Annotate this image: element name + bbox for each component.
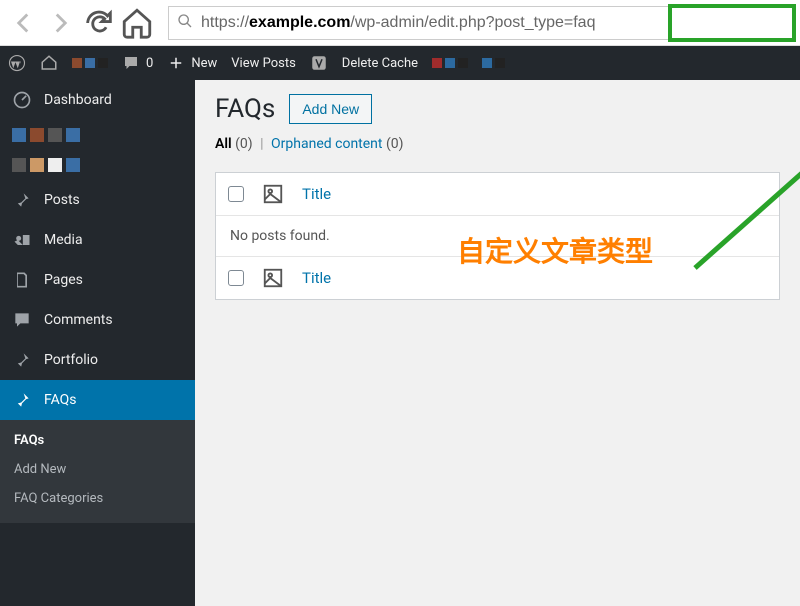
faqs-submenu: FAQs Add New FAQ Categories xyxy=(0,420,195,523)
pages-icon xyxy=(12,270,32,290)
yoast-icon[interactable] xyxy=(310,54,328,72)
submenu-faqs-categories[interactable]: FAQ Categories xyxy=(0,484,195,513)
sidebar-item-media[interactable]: Media xyxy=(0,220,195,260)
sidebar-item-label: Media xyxy=(44,232,83,248)
page-title: FAQs xyxy=(215,94,275,124)
wp-logo-icon[interactable] xyxy=(8,54,26,72)
new-content-button[interactable]: New xyxy=(167,54,217,72)
filter-all[interactable]: All xyxy=(215,136,232,152)
comments-count: 0 xyxy=(146,56,153,71)
submenu-faqs-all[interactable]: FAQs xyxy=(0,426,195,455)
select-all-checkbox-bottom[interactable] xyxy=(228,270,244,286)
admin-sidebar: Dashboard Posts Media Pages Comments Por… xyxy=(0,80,195,606)
comments-icon[interactable]: 0 xyxy=(122,54,153,72)
browser-nav-bar: https://example.com/wp-admin/edit.php?po… xyxy=(0,0,800,46)
select-all-checkbox[interactable] xyxy=(228,186,244,202)
sidebar-item-label: Posts xyxy=(44,192,80,208)
sidebar-item-label: Pages xyxy=(44,272,83,288)
list-filters: All (0) | Orphaned content (0) xyxy=(215,136,780,152)
content-area: FAQs Add New All (0) | Orphaned content … xyxy=(195,80,800,606)
home-button[interactable] xyxy=(120,6,154,40)
sidebar-item-faqs[interactable]: FAQs xyxy=(0,380,195,420)
filter-orphaned-count: (0) xyxy=(386,136,404,152)
pin-icon xyxy=(12,390,32,410)
view-posts-link[interactable]: View Posts xyxy=(231,56,296,71)
annotation-text: 自定义文章类型 xyxy=(457,230,653,270)
filter-orphaned[interactable]: Orphaned content xyxy=(271,136,382,152)
redacted-row xyxy=(0,120,195,150)
main-layout: Dashboard Posts Media Pages Comments Por… xyxy=(0,80,800,606)
media-icon xyxy=(12,230,32,250)
dashboard-icon xyxy=(12,90,32,110)
comments-icon xyxy=(12,310,32,330)
delete-cache-link[interactable]: Delete Cache xyxy=(342,56,418,71)
sidebar-item-label: Portfolio xyxy=(44,352,98,368)
pin-icon xyxy=(12,190,32,210)
page-heading: FAQs Add New xyxy=(215,94,780,124)
redacted-row xyxy=(0,150,195,180)
reload-button[interactable] xyxy=(82,6,116,40)
featured-image-icon xyxy=(262,183,284,205)
redacted-block xyxy=(482,58,505,68)
sidebar-item-label: Dashboard xyxy=(44,92,112,108)
column-title[interactable]: Title xyxy=(302,269,331,287)
redacted-block xyxy=(432,58,468,68)
sidebar-item-dashboard[interactable]: Dashboard xyxy=(0,80,195,120)
url-text: https://example.com/wp-admin/edit.php?po… xyxy=(201,14,595,32)
sidebar-item-posts[interactable]: Posts xyxy=(0,180,195,220)
sidebar-item-label: Comments xyxy=(44,312,113,328)
address-bar[interactable]: https://example.com/wp-admin/edit.php?po… xyxy=(168,6,794,40)
featured-image-icon xyxy=(262,267,284,289)
site-home-icon[interactable] xyxy=(40,54,58,72)
sidebar-item-label: FAQs xyxy=(44,392,77,408)
submenu-faqs-add-new[interactable]: Add New xyxy=(0,455,195,484)
wp-admin-toolbar: 0 New View Posts Delete Cache xyxy=(0,46,800,80)
forward-button[interactable] xyxy=(44,6,78,40)
redacted-block xyxy=(72,58,108,68)
column-title[interactable]: Title xyxy=(302,185,331,203)
sidebar-item-pages[interactable]: Pages xyxy=(0,260,195,300)
pin-icon xyxy=(12,350,32,370)
sidebar-item-comments[interactable]: Comments xyxy=(0,300,195,340)
table-head-row: Title xyxy=(216,173,779,216)
add-new-button[interactable]: Add New xyxy=(289,94,372,124)
sidebar-item-portfolio[interactable]: Portfolio xyxy=(0,340,195,380)
back-button[interactable] xyxy=(6,6,40,40)
url-highlight-box xyxy=(668,4,796,42)
search-icon xyxy=(177,13,193,33)
filter-all-count: (0) xyxy=(235,136,253,152)
